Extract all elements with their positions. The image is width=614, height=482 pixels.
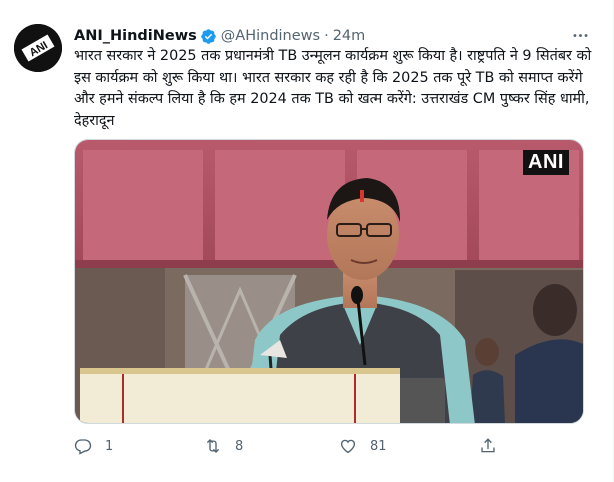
retweet-button[interactable]: 8 bbox=[204, 434, 243, 458]
separator-dot: · bbox=[324, 28, 329, 44]
tweet-media-image[interactable]: ANI bbox=[74, 139, 584, 424]
user-handle[interactable]: @AHindinews bbox=[221, 28, 320, 44]
reply-button[interactable]: 1 bbox=[74, 434, 113, 458]
retweet-icon bbox=[204, 437, 222, 455]
display-name[interactable]: ANI_HindiNews bbox=[74, 28, 197, 44]
reply-icon bbox=[74, 437, 92, 455]
like-button[interactable]: 81 bbox=[339, 434, 387, 458]
tweet-timestamp[interactable]: 24m bbox=[333, 28, 366, 44]
avatar[interactable]: ANI bbox=[14, 24, 62, 72]
like-heart-icon bbox=[339, 437, 357, 455]
reply-count: 1 bbox=[105, 438, 114, 454]
verified-badge-icon bbox=[200, 28, 217, 45]
ani-watermark-logo: ANI bbox=[523, 150, 569, 175]
tweet-text: भारत सरकार ने 2025 तक प्रधानमंत्री TB उन… bbox=[74, 48, 592, 129]
share-icon bbox=[479, 437, 497, 455]
tweet-header: ANI_HindiNews @AHindinews · 24m bbox=[74, 26, 573, 46]
share-button[interactable] bbox=[479, 434, 497, 458]
ani-logo-icon: ANI bbox=[14, 24, 62, 72]
video-frame-illustration bbox=[75, 140, 583, 423]
tweet-actions-bar: 1 8 81 bbox=[74, 434, 514, 458]
tweet-card[interactable]: ANI ANI_HindiNews @AHindinews · 24m भारत… bbox=[0, 0, 614, 482]
like-count: 81 bbox=[370, 438, 387, 454]
retweet-count: 8 bbox=[235, 438, 244, 454]
more-options-icon[interactable] bbox=[569, 24, 591, 46]
